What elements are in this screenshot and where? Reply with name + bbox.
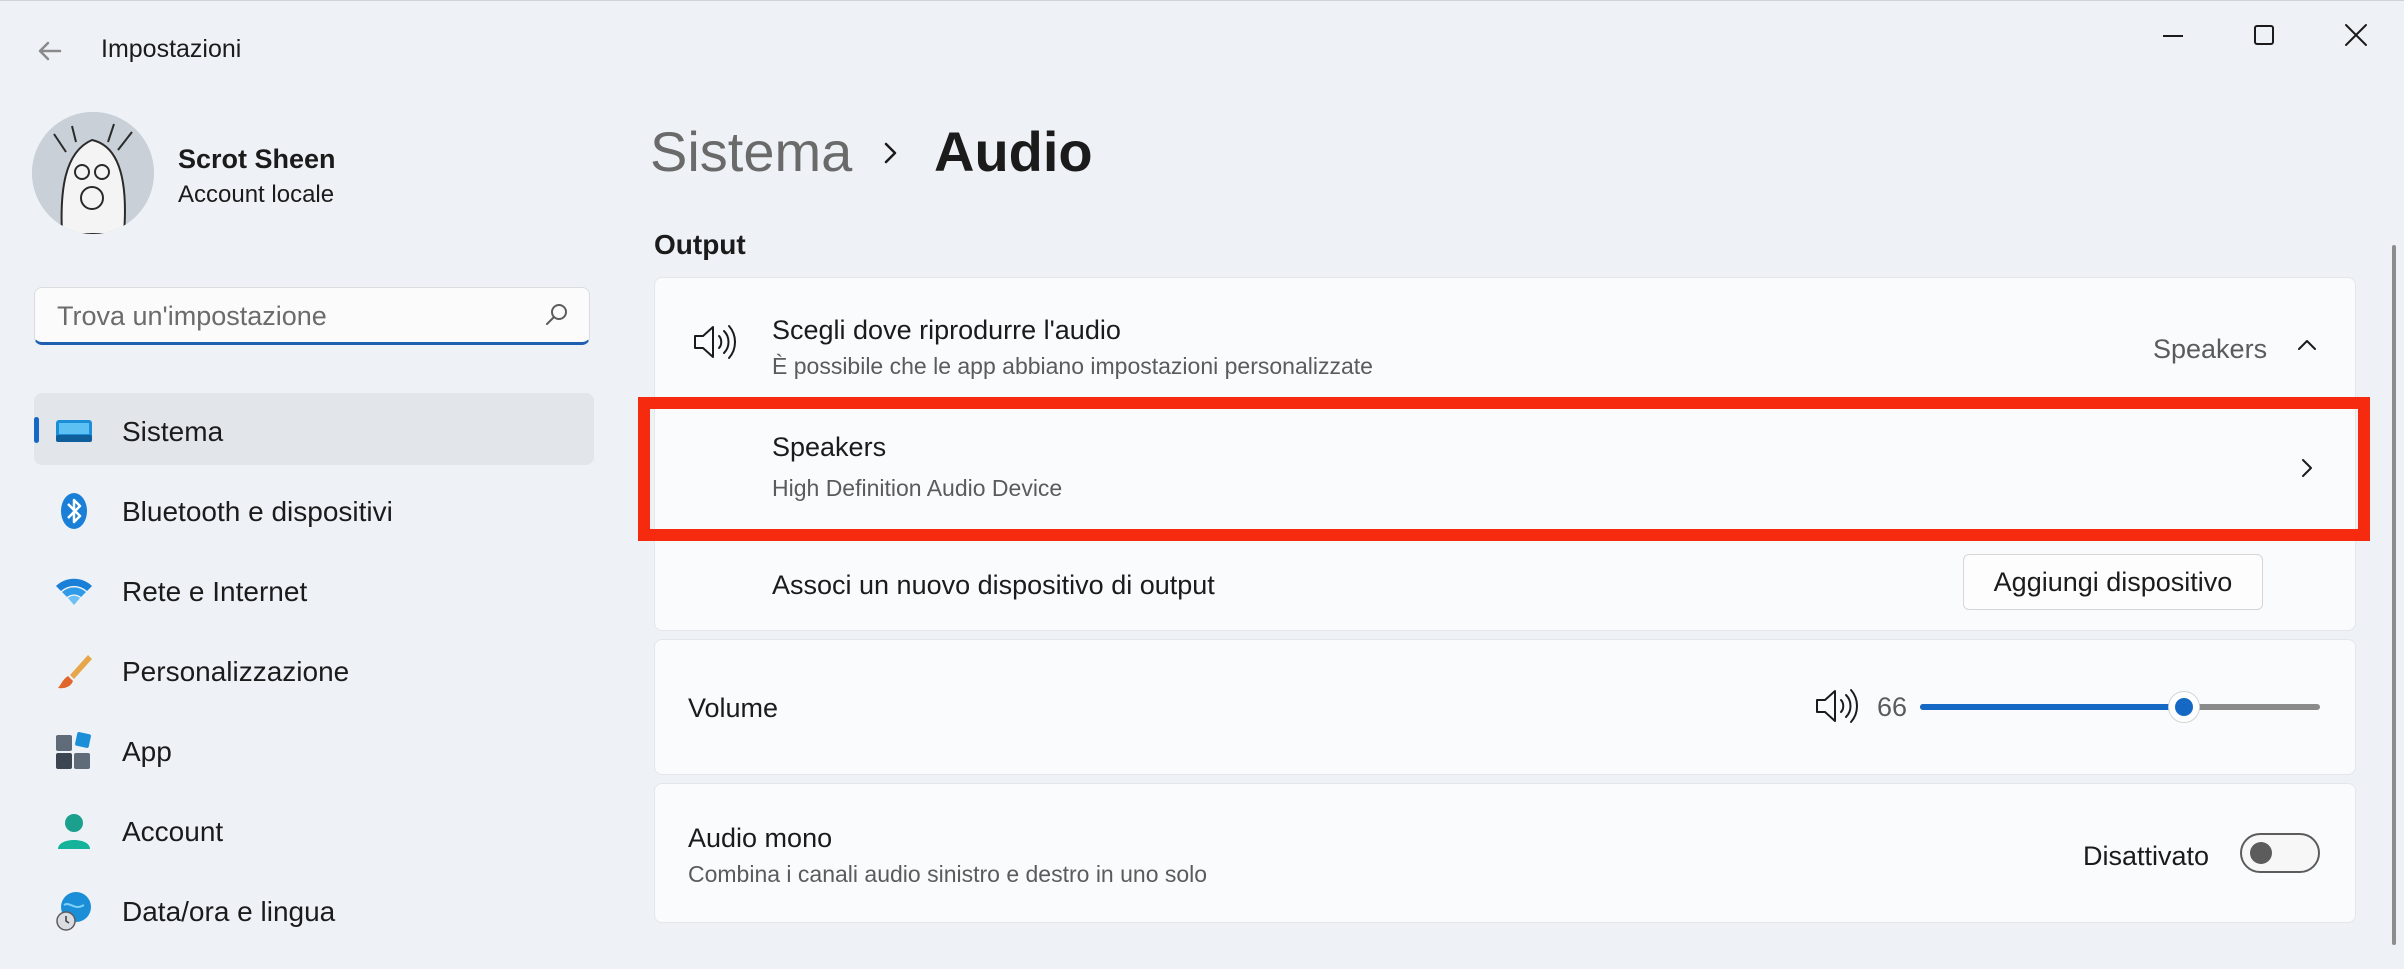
choose-output-subtitle: È possibile che le app abbiano impostazi…: [772, 353, 1373, 379]
sidebar-item-bluetooth[interactable]: Bluetooth e dispositivi: [34, 473, 594, 545]
pair-output-row: Associ un nuovo dispositivo di output Ag…: [655, 541, 2355, 631]
settings-window: Impostazioni Scrot Sheen Account locale: [0, 0, 2404, 969]
settings-search-box[interactable]: [34, 287, 590, 345]
volume-icon[interactable]: [1813, 686, 1859, 726]
sidebar-item-label: Personalizzazione: [122, 656, 350, 687]
speaker-icon: [694, 325, 736, 359]
add-device-button[interactable]: Aggiungi dispositivo: [1963, 554, 2263, 610]
apps-icon: [56, 732, 91, 769]
toggle-knob: [2250, 842, 2272, 864]
mono-audio-card: Audio mono Combina i canali audio sinist…: [654, 783, 2356, 923]
account-icon: [58, 814, 90, 849]
sidebar-item-label: Sistema: [122, 416, 224, 447]
wifi-icon: [56, 578, 92, 605]
user-name: Scrot Sheen: [178, 144, 336, 174]
minimize-button[interactable]: [2128, 11, 2218, 61]
pair-output-label: Associ un nuovo dispositivo di output: [772, 570, 1215, 600]
clock-globe-icon: [56, 892, 91, 931]
mono-audio-state: Disattivato: [2083, 841, 2210, 871]
sidebar-item-label: Bluetooth e dispositivi: [122, 496, 393, 527]
highlight-annotation-box: [638, 397, 2370, 541]
volume-value: 66: [1877, 692, 1908, 722]
bluetooth-icon: [61, 493, 87, 529]
sidebar-item-account[interactable]: Account: [34, 793, 594, 865]
page-title: Audio: [934, 120, 1093, 183]
volume-slider-fill: [1920, 704, 2184, 710]
choose-output-row[interactable]: Scegli dove riprodurre l'audio È possibi…: [655, 278, 2355, 398]
avatar[interactable]: [32, 112, 154, 234]
scrollbar[interactable]: [2392, 245, 2396, 945]
choose-output-title: Scegli dove riprodurre l'audio: [772, 315, 1121, 345]
volume-label: Volume: [688, 693, 779, 723]
sidebar-item-sistema[interactable]: Sistema: [34, 393, 594, 465]
breadcrumb-parent[interactable]: Sistema: [650, 119, 852, 184]
section-title-output: Output: [654, 229, 746, 260]
sidebar-item-label: Account: [122, 816, 224, 847]
system-icon: [56, 420, 92, 442]
volume-slider[interactable]: [1920, 691, 2320, 723]
avatar-image: [32, 112, 154, 234]
chevron-right-icon: [884, 142, 897, 164]
account-type: Account locale: [178, 181, 335, 208]
back-arrow-icon[interactable]: [30, 31, 70, 71]
close-button[interactable]: [2310, 11, 2400, 61]
window-title: Impostazioni: [101, 35, 242, 63]
mono-audio-subtitle: Combina i canali audio sinistro e destro…: [688, 861, 1208, 887]
search-input[interactable]: [55, 288, 529, 344]
chevron-up-icon[interactable]: [2295, 333, 2319, 357]
mono-audio-toggle[interactable]: [2240, 833, 2320, 873]
sidebar-item-app[interactable]: App: [34, 713, 594, 785]
sidebar-item-label: Data/ora e lingua: [122, 896, 336, 927]
sidebar-item-label: Rete e Internet: [122, 576, 308, 607]
search-icon[interactable]: [543, 301, 571, 329]
mono-audio-title: Audio mono: [688, 823, 833, 853]
volume-slider-thumb[interactable]: [2168, 691, 2200, 723]
brush-icon: [58, 655, 92, 689]
sidebar-item-label: App: [122, 736, 172, 767]
sidebar-item-rete[interactable]: Rete e Internet: [34, 553, 594, 625]
sidebar-item-personalizzazione[interactable]: Personalizzazione: [34, 633, 594, 705]
sidebar-item-data-ora[interactable]: Data/ora e lingua: [34, 873, 594, 945]
maximize-button[interactable]: [2218, 11, 2308, 61]
selection-indicator: [34, 417, 39, 443]
selected-output-value: Speakers: [2153, 334, 2268, 364]
